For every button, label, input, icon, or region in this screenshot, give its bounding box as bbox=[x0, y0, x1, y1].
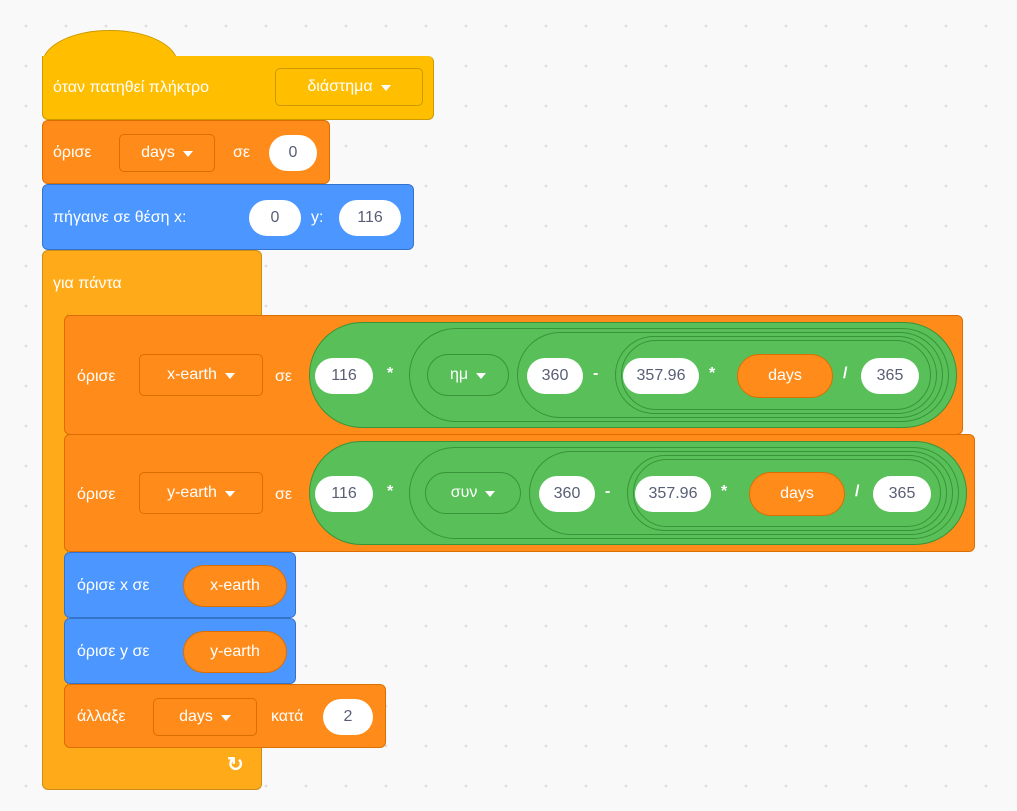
set-label: όρισε bbox=[53, 144, 92, 161]
set-label: όρισε bbox=[77, 368, 116, 385]
days-reporter[interactable]: days bbox=[737, 354, 833, 398]
chevron-down-icon bbox=[224, 491, 235, 497]
set-y-label: όρισε y σε bbox=[77, 643, 150, 660]
x-earth-var-dropdown[interactable]: x-earth bbox=[139, 354, 263, 396]
set-x-earth-block[interactable]: όρισε x-earth σε 116 * ημ 360 - 357.96 *… bbox=[64, 315, 963, 435]
loop-arrow-icon: ↻ bbox=[227, 754, 244, 776]
chevron-down-icon bbox=[380, 85, 391, 91]
by-label: κατά bbox=[271, 708, 304, 725]
cos-dropdown[interactable]: συν bbox=[425, 472, 521, 514]
set-y-earth-block[interactable]: όρισε y-earth σε 116 * συν 360 - 357.96 … bbox=[64, 434, 975, 552]
minus-sign: - bbox=[593, 365, 599, 382]
var-dropdown-value: x-earth bbox=[167, 366, 217, 383]
set-y-block[interactable]: όρισε y σε y-earth bbox=[64, 618, 296, 684]
minus-sign: - bbox=[605, 483, 611, 500]
set-x-block[interactable]: όρισε x σε x-earth bbox=[64, 552, 296, 618]
key-dropdown[interactable]: διάστημα bbox=[275, 68, 423, 106]
key-dropdown-value: διάστημα bbox=[307, 78, 373, 95]
days-var-dropdown[interactable]: days bbox=[119, 134, 215, 172]
multiply-left-input[interactable]: 116 bbox=[315, 476, 373, 512]
set-days-block[interactable]: όρισε days σε 0 bbox=[42, 120, 330, 184]
forever-block-bottom[interactable]: ↻ bbox=[42, 744, 262, 790]
divide-right-input[interactable]: 365 bbox=[861, 358, 919, 394]
subtract-left-input[interactable]: 360 bbox=[527, 358, 583, 394]
multiply-sign: * bbox=[387, 365, 394, 382]
to-label: σε bbox=[233, 144, 251, 161]
multiply-sign: * bbox=[721, 483, 728, 500]
when-key-pressed-label: όταν πατηθεί πλήκτρο bbox=[53, 79, 210, 96]
multiply-left-input[interactable]: 116 bbox=[315, 358, 373, 394]
chevron-down-icon bbox=[182, 151, 193, 157]
days-var-dropdown[interactable]: days bbox=[153, 698, 257, 736]
x-input[interactable]: 0 bbox=[249, 200, 301, 236]
divide-sign: / bbox=[855, 483, 860, 500]
change-days-block[interactable]: άλλαξε days κατά 2 bbox=[64, 684, 386, 748]
multiply-inner-left-input[interactable]: 357.96 bbox=[623, 358, 699, 394]
subtract-left-input[interactable]: 360 bbox=[539, 476, 595, 512]
chevron-down-icon bbox=[220, 715, 231, 721]
y-earth-var-dropdown[interactable]: y-earth bbox=[139, 472, 263, 514]
chevron-down-icon bbox=[224, 373, 235, 379]
set-x-label: όρισε x σε bbox=[77, 577, 150, 594]
go-to-xy-block[interactable]: πήγαινε σε θέση x: 0 y: 116 bbox=[42, 184, 414, 250]
multiply-sign: * bbox=[387, 483, 394, 500]
to-label: σε bbox=[275, 368, 293, 385]
y-label: y: bbox=[311, 209, 324, 226]
days-value-input[interactable]: 0 bbox=[269, 135, 317, 171]
change-value-input[interactable]: 2 bbox=[323, 699, 373, 735]
multiply-inner-left-input[interactable]: 357.96 bbox=[635, 476, 711, 512]
change-label: άλλαξε bbox=[77, 708, 126, 725]
y-input[interactable]: 116 bbox=[339, 200, 401, 236]
chevron-down-icon bbox=[476, 373, 487, 379]
divide-sign: / bbox=[843, 365, 848, 382]
when-key-pressed-block[interactable]: όταν πατηθεί πλήκτρο διάστημα bbox=[42, 56, 434, 120]
var-dropdown-value: days bbox=[141, 144, 175, 161]
sin-dropdown[interactable]: ημ bbox=[427, 354, 509, 396]
func-dropdown-value: ημ bbox=[449, 366, 469, 383]
forever-block-top[interactable]: για πάντα bbox=[42, 250, 262, 316]
multiply-sign: * bbox=[709, 365, 716, 382]
go-to-label: πήγαινε σε θέση x: bbox=[53, 209, 187, 226]
func-dropdown-value: συν bbox=[450, 484, 478, 501]
chevron-down-icon bbox=[485, 491, 496, 497]
var-dropdown-value: y-earth bbox=[167, 484, 217, 501]
set-label: όρισε bbox=[77, 486, 116, 503]
days-reporter[interactable]: days bbox=[749, 472, 845, 516]
divide-right-input[interactable]: 365 bbox=[873, 476, 931, 512]
x-earth-reporter[interactable]: x-earth bbox=[183, 565, 287, 607]
to-label: σε bbox=[275, 486, 293, 503]
forever-label: για πάντα bbox=[53, 275, 122, 292]
y-earth-reporter[interactable]: y-earth bbox=[183, 631, 287, 673]
var-dropdown-value: days bbox=[179, 708, 213, 725]
